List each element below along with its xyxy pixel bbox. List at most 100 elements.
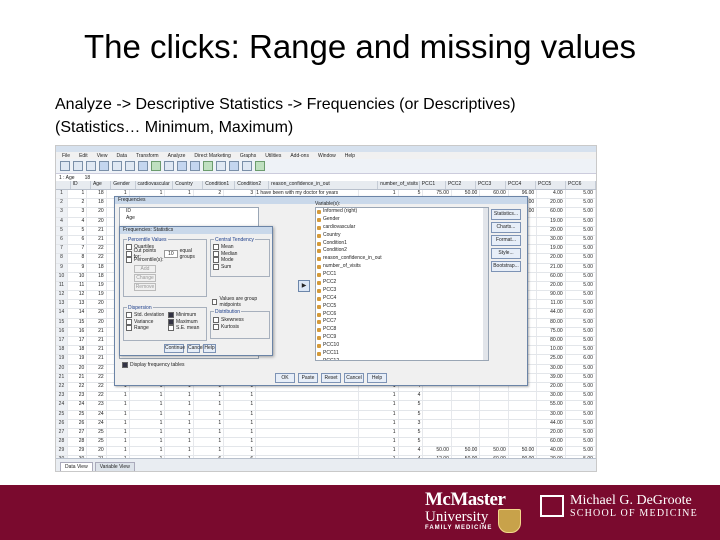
table-cell[interactable]: 11 — [68, 281, 88, 291]
variables-icon[interactable] — [151, 161, 161, 171]
checkbox-icon[interactable] — [126, 244, 132, 251]
table-cell[interactable]: 1 — [107, 419, 130, 428]
row-number[interactable]: 8 — [56, 254, 68, 263]
checkbox-icon[interactable] — [213, 317, 219, 324]
table-cell[interactable] — [452, 428, 481, 438]
list-item[interactable]: PCC10 — [316, 342, 488, 350]
table-cell[interactable]: 28 — [68, 438, 88, 447]
table-cell[interactable]: 6.00 — [566, 309, 596, 318]
table-cell[interactable]: 5.00 — [566, 392, 596, 401]
table-cell[interactable]: 4 — [68, 217, 88, 226]
table-cell[interactable]: 27 — [68, 428, 88, 438]
table-cell[interactable]: 1 — [107, 392, 130, 401]
checkbox-icon[interactable] — [213, 263, 219, 270]
charts-button[interactable]: Charts... — [491, 222, 521, 233]
table-cell[interactable]: 5.00 — [566, 373, 596, 382]
table-cell[interactable]: 21 — [87, 327, 107, 336]
row-number[interactable]: 22 — [56, 382, 68, 392]
table-cell[interactable]: 22 — [68, 382, 88, 392]
style-button[interactable]: Style... — [491, 248, 521, 259]
table-cell[interactable]: 5.00 — [566, 208, 596, 217]
list-item[interactable]: PCC5 — [316, 303, 488, 311]
table-cell[interactable]: 21.00 — [537, 263, 566, 272]
table-cell[interactable] — [452, 419, 481, 428]
table-cell[interactable]: 8 — [68, 254, 88, 263]
row-number[interactable]: 20 — [56, 364, 68, 373]
table-cell[interactable] — [423, 410, 452, 419]
table-cell[interactable]: 60.00 — [537, 272, 566, 281]
table-cell[interactable]: 4 — [399, 392, 424, 401]
table-cell[interactable]: 1 — [194, 438, 225, 447]
list-item[interactable]: PCC7 — [316, 318, 488, 326]
table-cell[interactable]: 1 — [224, 392, 257, 401]
column-header[interactable]: PCC6 — [566, 181, 596, 189]
table-cell[interactable]: 1 — [359, 419, 399, 428]
tab-data-view[interactable]: Data View — [60, 462, 93, 471]
table-cell[interactable]: 5.00 — [566, 401, 596, 410]
checkbox-icon[interactable] — [168, 325, 174, 332]
table-cell[interactable]: 1 — [194, 419, 225, 428]
list-item[interactable]: PCC8 — [316, 326, 488, 334]
table-cell[interactable]: 21 — [87, 226, 107, 235]
list-item[interactable]: Age — [120, 215, 258, 222]
table-cell[interactable] — [423, 401, 452, 410]
insert-variable-icon[interactable] — [190, 161, 200, 171]
table-cell[interactable] — [256, 401, 360, 410]
table-cell[interactable] — [480, 392, 509, 401]
table-cell[interactable] — [480, 438, 509, 447]
table-cell[interactable]: 1 — [224, 410, 257, 419]
table-cell[interactable]: 1 — [130, 438, 166, 447]
table-cell[interactable]: 25 — [87, 428, 107, 438]
table-cell[interactable]: 18 — [87, 263, 107, 272]
table-cell[interactable]: 20 — [87, 309, 107, 318]
table-cell[interactable]: 22 — [87, 254, 107, 263]
dialog-recall-icon[interactable] — [99, 161, 109, 171]
table-cell[interactable] — [256, 410, 360, 419]
table-cell[interactable]: 60.00 — [537, 438, 566, 447]
row-number[interactable]: 27 — [56, 428, 68, 438]
table-cell[interactable]: 22 — [87, 245, 107, 254]
table-cell[interactable]: 1 — [194, 401, 225, 410]
save-icon[interactable] — [73, 161, 83, 171]
table-cell[interactable]: 1 — [107, 428, 130, 438]
table-cell[interactable]: 20.00 — [537, 226, 566, 235]
table-cell[interactable]: 5.00 — [566, 428, 596, 438]
table-cell[interactable]: 12 — [68, 291, 88, 300]
table-cell[interactable]: 5.00 — [566, 410, 596, 419]
menu-item[interactable]: View — [97, 153, 108, 159]
checkbox-icon[interactable] — [122, 362, 128, 369]
table-cell[interactable] — [256, 392, 360, 401]
display-frequency-tables-checkbox[interactable]: Display frequency tables — [120, 362, 184, 369]
table-cell[interactable]: 1 — [194, 410, 225, 419]
table-cell[interactable] — [452, 401, 481, 410]
column-header[interactable]: Condition2 — [235, 181, 270, 189]
column-header[interactable]: Age — [91, 181, 112, 189]
table-cell[interactable] — [509, 419, 538, 428]
row-number[interactable]: 28 — [56, 438, 68, 447]
table-cell[interactable]: 20 — [87, 318, 107, 327]
table-cell[interactable]: 90.00 — [537, 291, 566, 300]
table-cell[interactable]: 29 — [68, 447, 88, 456]
table-cell[interactable]: 10 — [68, 272, 88, 281]
checkbox-icon[interactable] — [126, 257, 132, 264]
move-variable-button[interactable]: ▶ — [298, 280, 310, 292]
table-cell[interactable]: 21 — [87, 346, 107, 355]
table-cell[interactable]: 44.00 — [537, 309, 566, 318]
sum-checkbox[interactable]: Sum — [211, 263, 269, 271]
column-header[interactable]: Gender — [111, 181, 136, 189]
column-header[interactable]: reason_confidence_in_out — [269, 181, 379, 189]
table-cell[interactable]: 50.00 — [509, 447, 538, 456]
table-cell[interactable]: 5.00 — [566, 199, 596, 208]
row-number[interactable]: 14 — [56, 309, 68, 318]
table-cell[interactable] — [256, 447, 360, 456]
row-number[interactable]: 6 — [56, 235, 68, 245]
table-cell[interactable]: 5.00 — [566, 337, 596, 346]
table-cell[interactable]: 1 — [194, 447, 225, 456]
table-cell[interactable]: 21 — [68, 373, 88, 382]
table-cell[interactable]: 1 — [194, 428, 225, 438]
redo-icon[interactable] — [125, 161, 135, 171]
remove-button[interactable]: Remove — [134, 282, 156, 291]
table-cell[interactable]: 18 — [87, 199, 107, 208]
table-cell[interactable]: 5 — [399, 428, 424, 438]
list-item[interactable]: PCC12 — [316, 358, 488, 360]
